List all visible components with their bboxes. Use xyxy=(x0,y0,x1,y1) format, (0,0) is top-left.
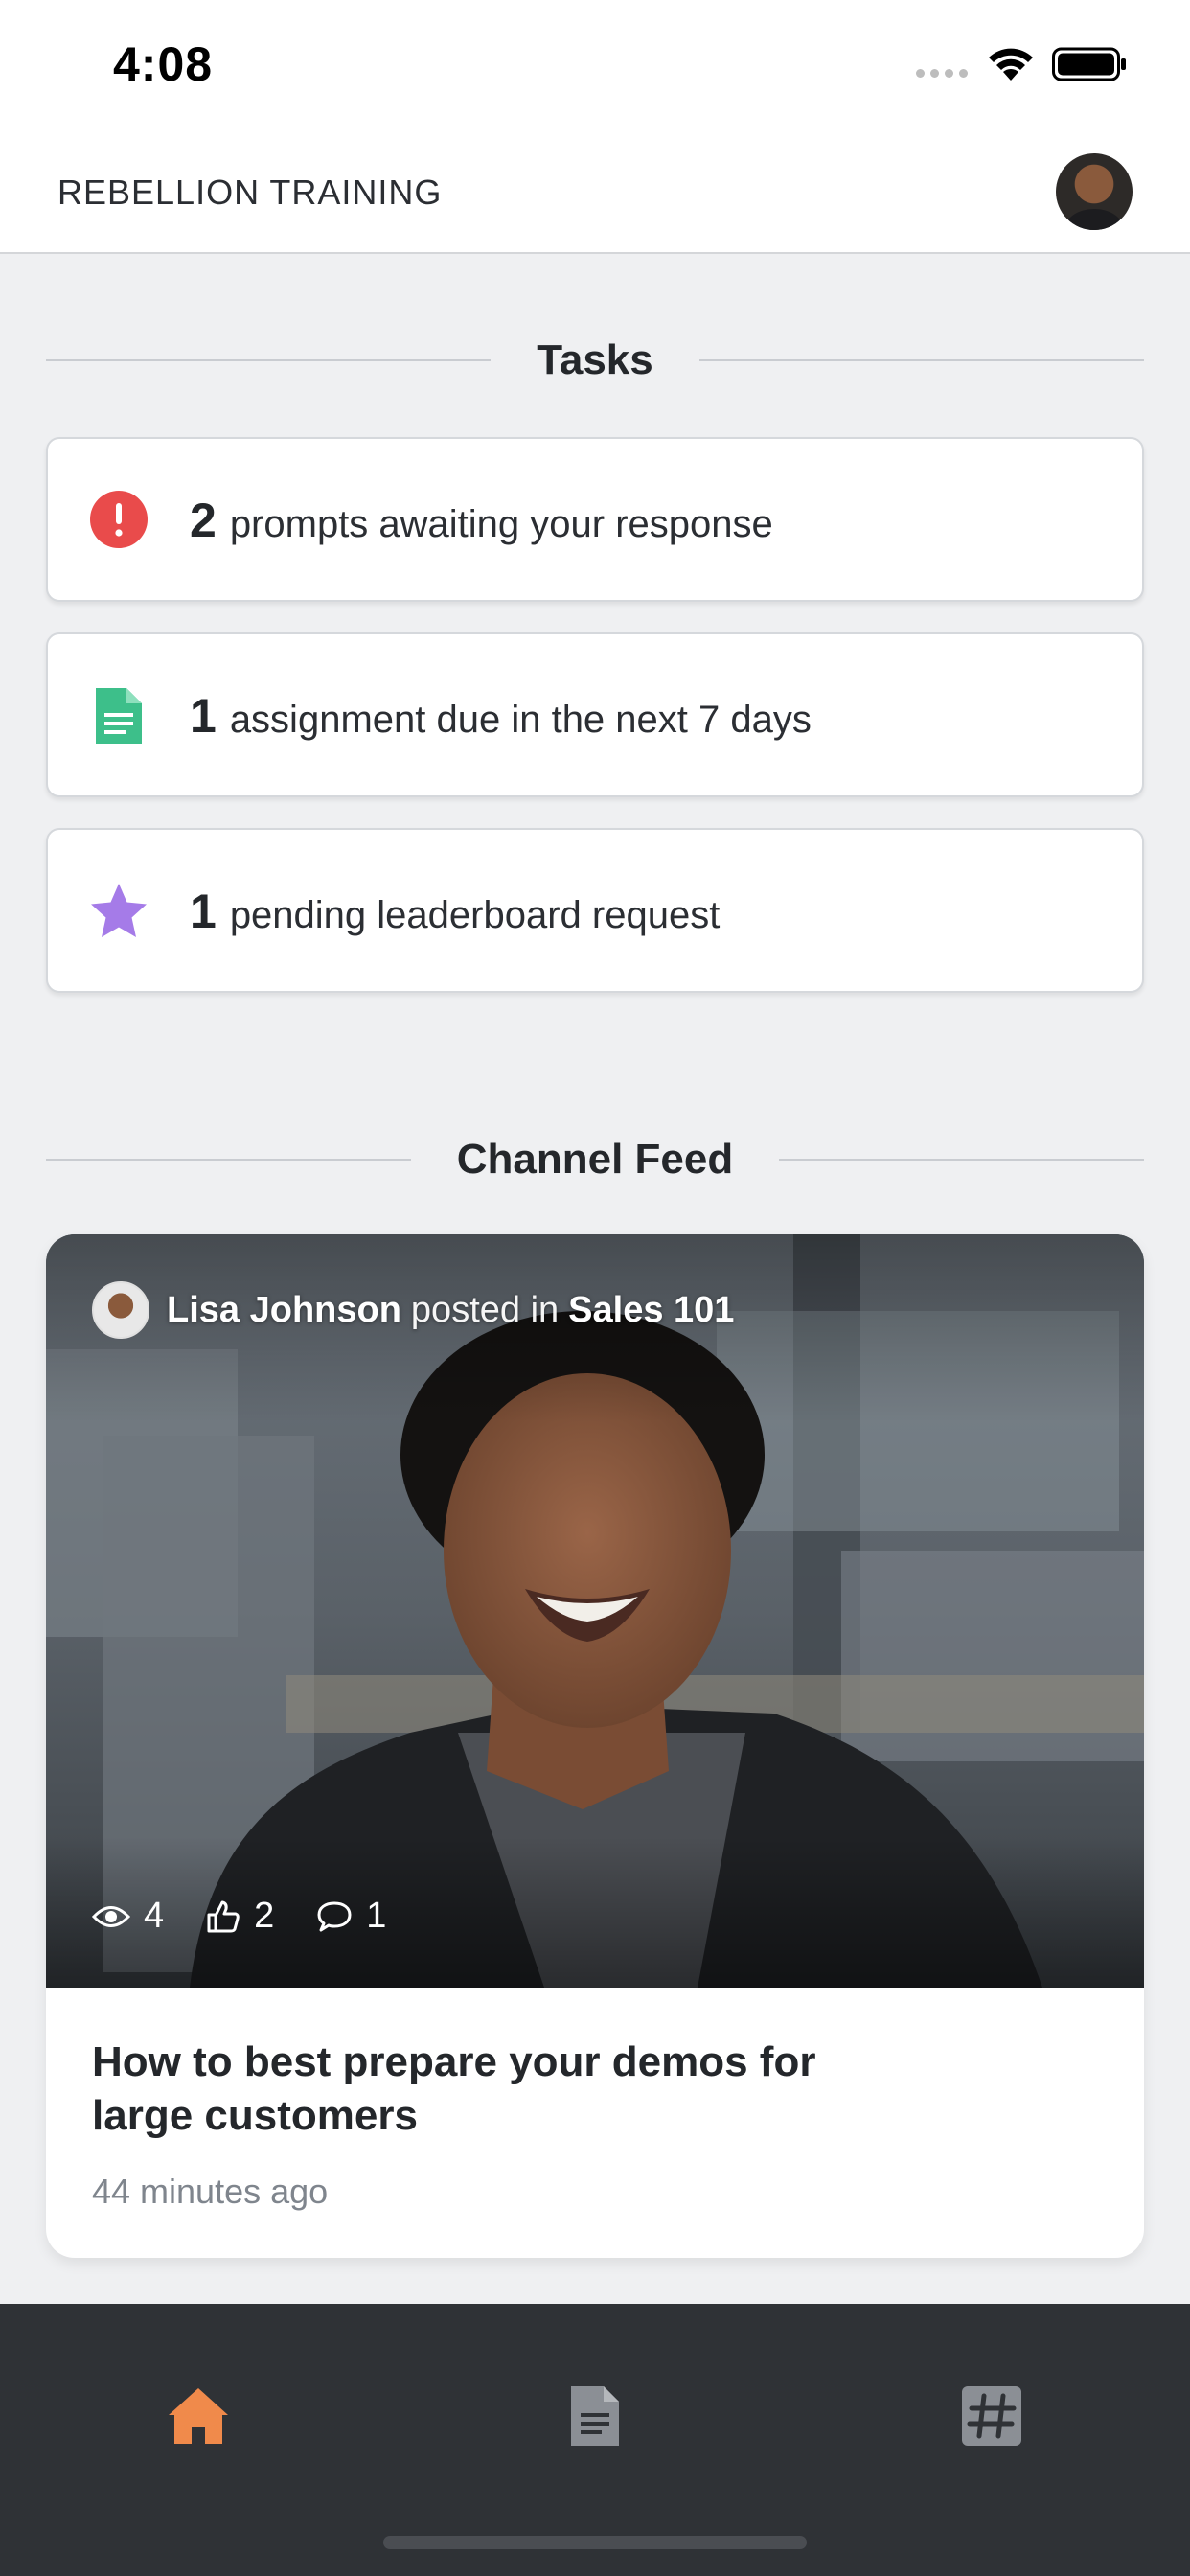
hashtag-icon[interactable] xyxy=(958,2382,1025,2450)
bottom-nav xyxy=(0,2304,1190,2576)
task-leaderboard-text: 1 pending leaderboard request xyxy=(190,884,720,939)
star-icon xyxy=(91,884,147,937)
wifi-icon xyxy=(989,48,1033,80)
status-bar: 4:08 xyxy=(0,0,1190,134)
task-count: 1 xyxy=(190,885,217,938)
task-leaderboard-card[interactable]: 1 pending leaderboard request xyxy=(46,828,1144,993)
status-time: 4:08 xyxy=(113,37,214,91)
video-thumbnail-image xyxy=(46,1234,1144,1988)
task-label: pending leaderboard request xyxy=(229,894,721,936)
likes-stat[interactable]: 2 xyxy=(206,1896,274,1937)
task-label: prompts awaiting your response xyxy=(229,503,773,545)
document-icon[interactable] xyxy=(561,2382,629,2450)
task-count: 2 xyxy=(190,494,217,547)
post-verb: posted in xyxy=(410,1289,560,1330)
home-icon[interactable] xyxy=(165,2382,232,2450)
alert-icon xyxy=(90,491,148,548)
comments-count: 1 xyxy=(366,1896,387,1936)
tasks-heading: Tasks xyxy=(46,332,1144,389)
feed-post-card[interactable]: Lisa Johnson posted in Sales 101 4 2 1 H… xyxy=(46,1234,1144,2258)
thumbs-up-icon xyxy=(207,1900,240,1932)
task-assignment-text: 1 assignment due in the next 7 days xyxy=(190,688,812,744)
task-prompts-card[interactable]: 2 prompts awaiting your response xyxy=(46,437,1144,602)
profile-avatar[interactable] xyxy=(1056,153,1133,230)
views-count: 4 xyxy=(144,1896,165,1936)
task-assignment-card[interactable]: 1 assignment due in the next 7 days xyxy=(46,632,1144,797)
post-timestamp: 44 minutes ago xyxy=(92,2172,329,2211)
video-thumbnail[interactable]: Lisa Johnson posted in Sales 101 4 2 1 xyxy=(46,1234,1144,1988)
comments-stat[interactable]: 1 xyxy=(316,1896,386,1937)
channel-feed-heading-text: Channel Feed xyxy=(456,1136,734,1183)
post-author[interactable]: Lisa Johnson xyxy=(167,1290,401,1331)
post-stats: 4 2 1 xyxy=(92,1896,428,1937)
channel-feed-heading: Channel Feed xyxy=(46,1131,1144,1188)
app-header: REBELLION TRAINING xyxy=(0,134,1190,254)
likes-count: 2 xyxy=(254,1896,275,1936)
cellular-signal-icon xyxy=(916,69,968,78)
eye-icon xyxy=(92,1905,130,1927)
task-count: 1 xyxy=(190,689,217,743)
home-indicator xyxy=(383,2536,807,2549)
battery-icon xyxy=(1052,47,1126,81)
views-stat: 4 xyxy=(92,1896,164,1937)
tasks-heading-text: Tasks xyxy=(537,336,653,383)
post-meta: Lisa Johnson posted in Sales 101 xyxy=(92,1280,734,1340)
task-prompts-text: 2 prompts awaiting your response xyxy=(190,493,773,548)
post-title[interactable]: How to best prepare your demos for large… xyxy=(92,2036,916,2143)
post-channel[interactable]: Sales 101 xyxy=(568,1290,734,1331)
author-avatar[interactable] xyxy=(92,1281,149,1339)
app-title: REBELLION TRAINING xyxy=(57,172,443,212)
comment-icon xyxy=(317,1901,352,1931)
task-label: assignment due in the next 7 days xyxy=(229,699,812,741)
document-icon xyxy=(96,688,142,744)
